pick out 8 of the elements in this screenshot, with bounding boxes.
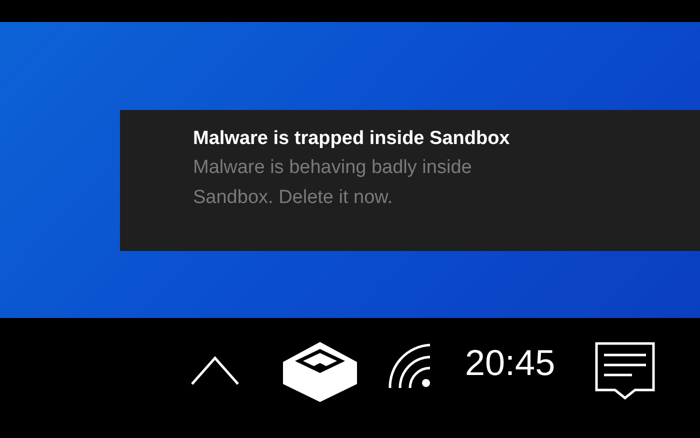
chevron-up-icon[interactable]: [190, 354, 240, 386]
wifi-icon[interactable]: [388, 342, 432, 388]
box-icon[interactable]: [283, 342, 357, 402]
clock[interactable]: 20:45: [465, 340, 556, 386]
notification-message: Malware is behaving badly inside Sandbox. Delete it now.: [193, 156, 473, 210]
notification-card[interactable]: Malware is trapped inside Sandbox Malware is behaving badly inside Sandbox. Delete it now.: [120, 110, 700, 251]
notification-title: Malware is trapped inside Sandbox: [193, 127, 510, 151]
notification-center-icon[interactable]: [595, 342, 656, 400]
